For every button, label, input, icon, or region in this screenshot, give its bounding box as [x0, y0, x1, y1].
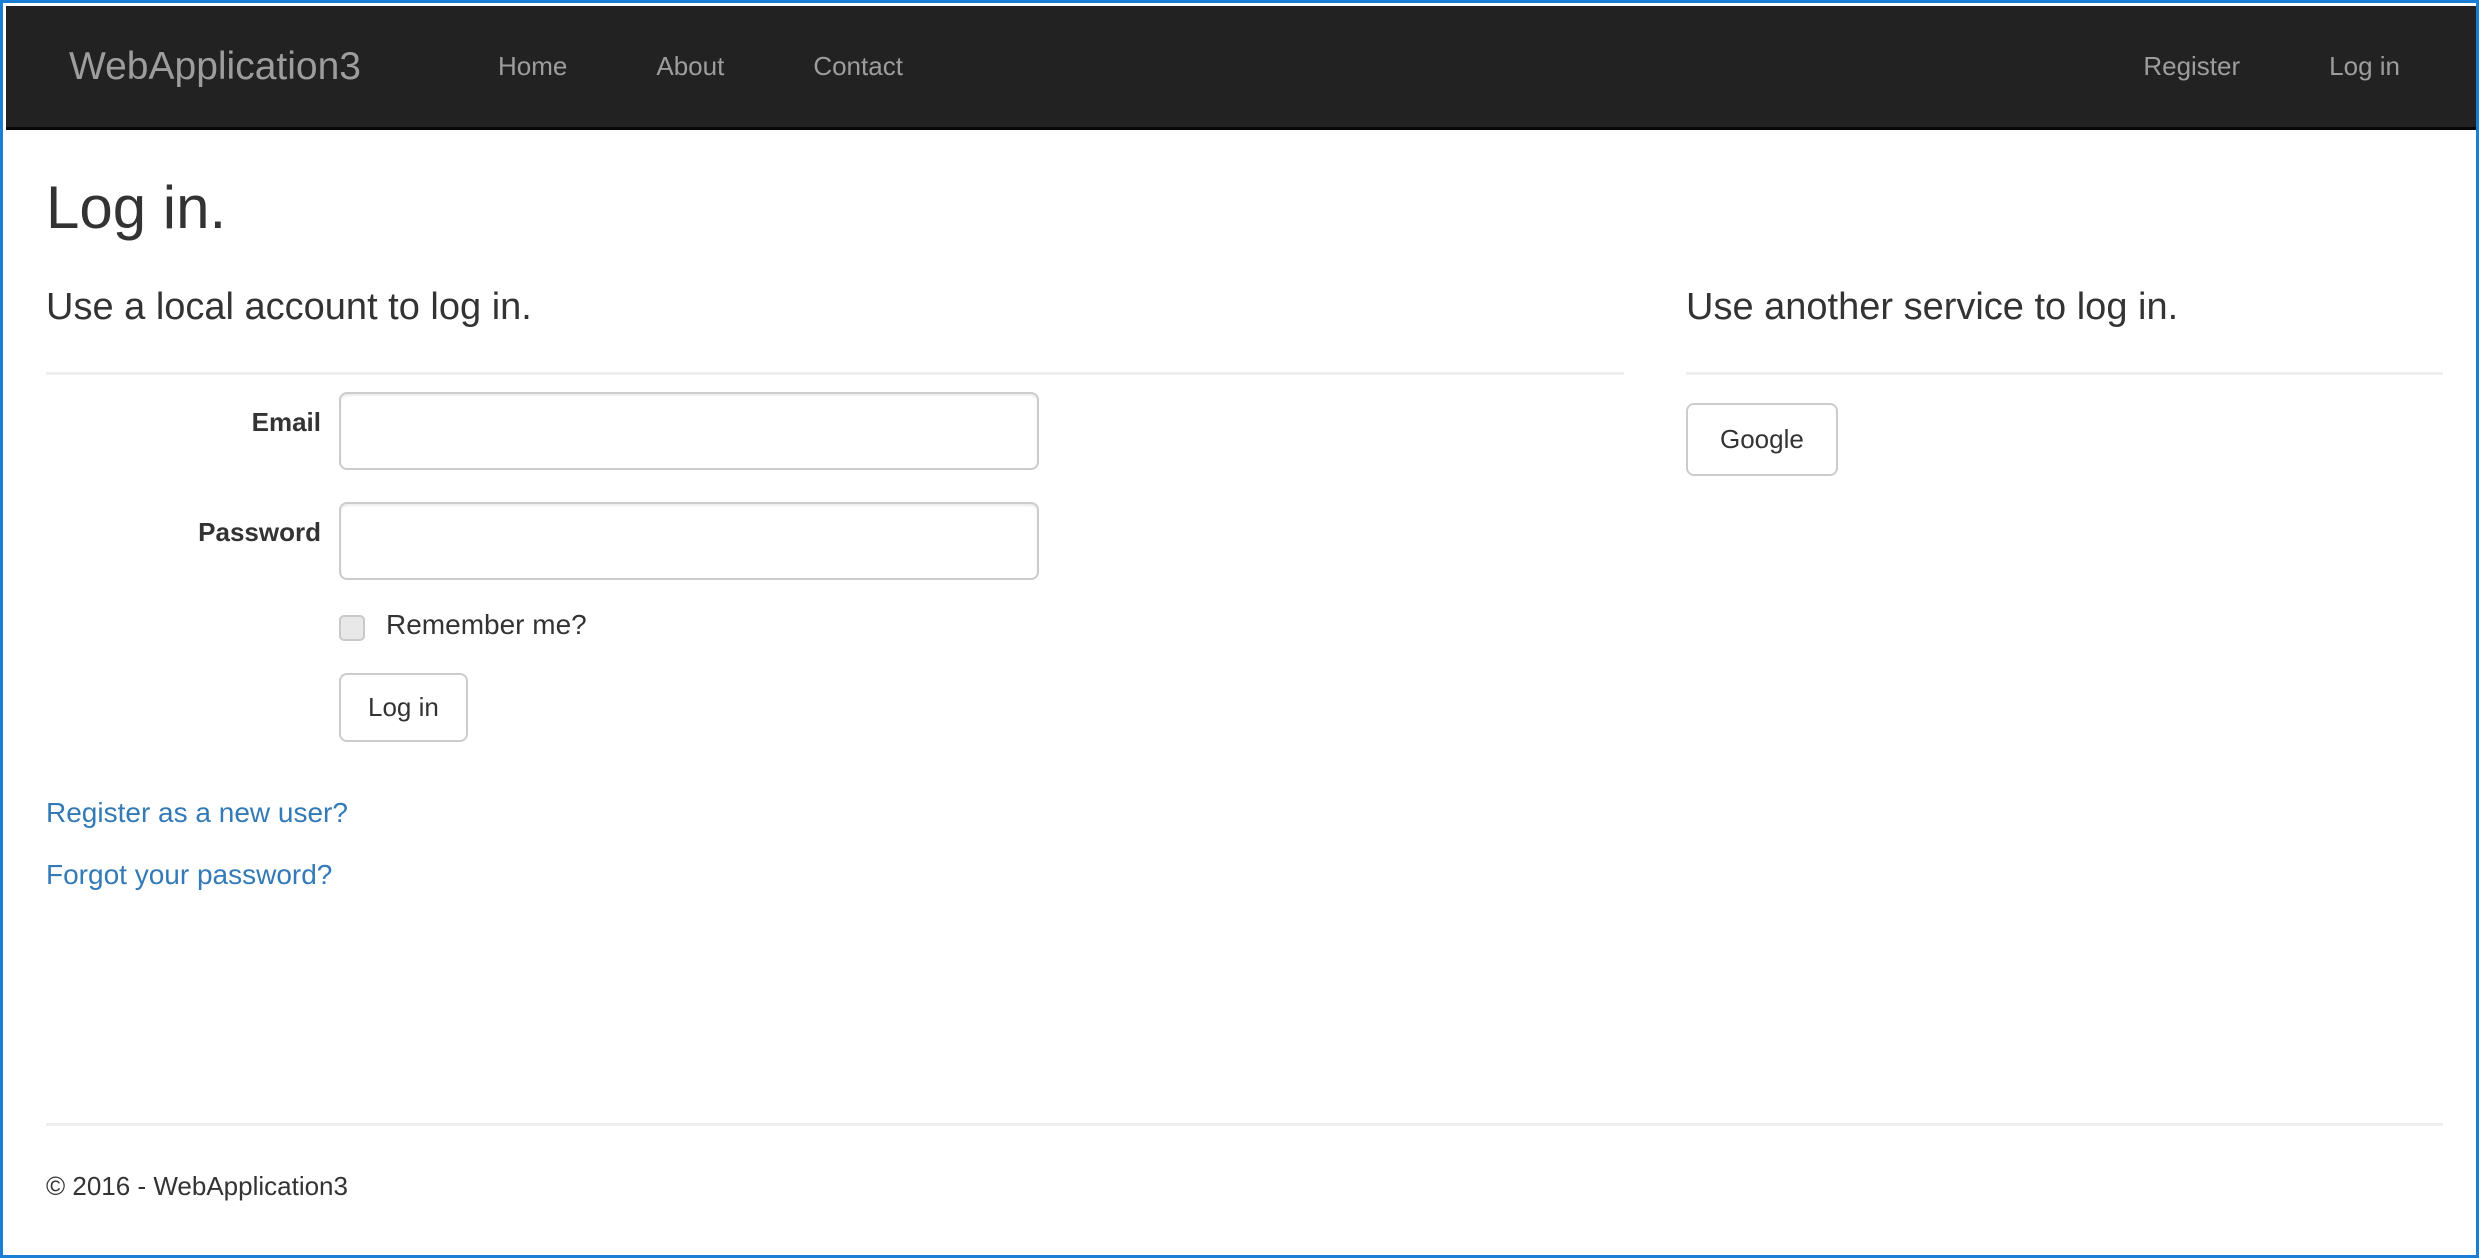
email-form-row: Email — [46, 375, 1624, 485]
register-link-row: Register as a new user? — [46, 793, 1624, 833]
page-footer: © 2016 - WebApplication3 — [46, 1123, 2443, 1205]
remember-me-label[interactable]: Remember me? — [386, 605, 587, 645]
password-label: Password — [198, 517, 321, 548]
navbar-account-nav: Register Log in — [2118, 6, 2425, 127]
footer-copyright: © 2016 - WebApplication3 — [46, 1171, 348, 1201]
page-title: Log in. — [46, 174, 227, 241]
remember-me-checkbox[interactable] — [339, 615, 365, 642]
email-field[interactable] — [339, 392, 1039, 471]
navbar-inner: WebApplication3 Home About Contact Regis… — [6, 6, 2476, 127]
forgot-password-link[interactable]: Forgot your password? — [46, 855, 332, 895]
external-login-section: Use another service to log in. Google — [1686, 280, 2443, 477]
nav-link-register[interactable]: Register — [2118, 6, 2265, 127]
external-login-divider — [1686, 372, 2443, 376]
login-submit-button[interactable]: Log in — [339, 673, 468, 743]
browser-viewport: WebApplication3 Home About Contact Regis… — [0, 0, 2479, 1258]
login-button-row: Log in — [46, 673, 1624, 769]
external-provider-google[interactable]: Google — [1686, 403, 1838, 477]
password-field[interactable] — [339, 502, 1039, 581]
nav-link-login[interactable]: Log in — [2304, 6, 2425, 127]
local-login-form: Email Password Remember me? Log in — [46, 375, 1624, 769]
password-form-row: Password — [46, 485, 1624, 595]
external-provider-list: Google — [1686, 403, 2443, 477]
local-login-section: Use a local account to log in. Email Pas… — [46, 280, 1624, 917]
navbar: WebApplication3 Home About Contact Regis… — [6, 6, 2476, 130]
remember-me-row: Remember me? — [46, 601, 1624, 663]
register-new-user-link[interactable]: Register as a new user? — [46, 793, 348, 833]
forgot-password-link-row: Forgot your password? — [46, 855, 1624, 895]
navbar-primary-nav: Home About Contact — [473, 6, 928, 127]
main-container: Log in. Use a local account to log in. E… — [6, 130, 2476, 1255]
local-login-heading: Use a local account to log in. — [46, 286, 532, 328]
external-login-heading: Use another service to log in. — [1686, 286, 2179, 328]
navbar-brand[interactable]: WebApplication3 — [69, 6, 361, 127]
nav-link-about[interactable]: About — [631, 6, 749, 127]
email-label: Email — [251, 407, 321, 438]
nav-link-contact[interactable]: Contact — [788, 6, 928, 127]
nav-link-home[interactable]: Home — [473, 6, 592, 127]
